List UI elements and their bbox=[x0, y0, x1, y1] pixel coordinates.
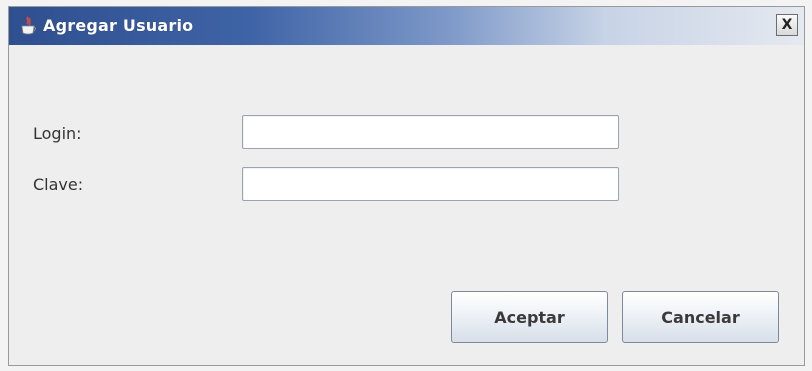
java-cup-icon bbox=[19, 16, 37, 36]
password-input[interactable] bbox=[242, 167, 619, 201]
close-icon: X bbox=[781, 17, 793, 33]
password-label: Clave: bbox=[33, 175, 84, 194]
accept-button[interactable]: Aceptar bbox=[451, 291, 608, 343]
close-button[interactable]: X bbox=[776, 14, 798, 36]
cancel-button[interactable]: Cancelar bbox=[622, 291, 779, 343]
window-title: Agregar Usuario bbox=[43, 16, 194, 35]
title-bar[interactable]: Agregar Usuario X bbox=[9, 7, 804, 45]
login-label: Login: bbox=[33, 124, 82, 143]
login-input[interactable] bbox=[242, 115, 619, 149]
add-user-dialog: Agregar Usuario X Login: Clave: Aceptar … bbox=[8, 6, 805, 366]
